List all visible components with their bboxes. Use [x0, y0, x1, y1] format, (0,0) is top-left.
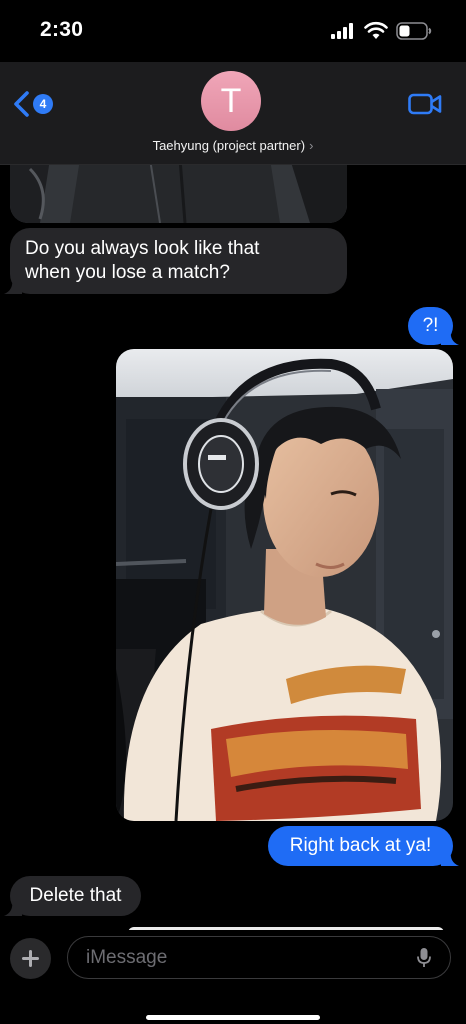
video-call-button[interactable] [408, 92, 442, 116]
home-indicator [146, 1015, 320, 1020]
status-time: 2:30 [40, 18, 84, 41]
outgoing-photo-message[interactable] [116, 349, 453, 821]
video-camera-icon [408, 93, 442, 115]
contact-name: Taehyung (project partner) [152, 138, 306, 153]
outgoing-message-bubble[interactable]: ?! [408, 307, 459, 345]
message-text: Do you always look like that when you lo… [25, 238, 260, 283]
incoming-message-bubble[interactable]: Delete that [4, 876, 141, 916]
photo-image [116, 349, 453, 821]
incoming-message-bubble[interactable]: Do you always look like that when you lo… [4, 228, 347, 294]
contact-avatar[interactable]: T [201, 71, 261, 131]
chevron-right-icon: › [309, 138, 314, 153]
cellular-signal-icon [331, 23, 353, 39]
message-text: ?! [422, 315, 439, 336]
battery-icon [396, 22, 432, 40]
incoming-photo-message[interactable] [10, 165, 347, 223]
status-bar: 2:30 [0, 0, 466, 60]
bubble-tail [4, 278, 22, 294]
message-thread[interactable]: Do you always look like that when you lo… [0, 165, 466, 930]
message-text: Delete that [29, 885, 122, 906]
outgoing-message-bubble[interactable]: Right back at ya! [268, 826, 459, 866]
microphone-icon[interactable] [416, 947, 432, 969]
unread-count-badge: 4 [33, 94, 53, 114]
photo-image [10, 165, 347, 223]
add-attachment-button[interactable] [10, 938, 51, 979]
back-button[interactable]: 4 [12, 88, 58, 120]
wifi-icon [364, 21, 388, 39]
contact-name-button[interactable]: Taehyung (project partner) › [0, 138, 466, 153]
conversation-header: 4 T Taehyung (project partner) › [0, 62, 466, 165]
message-text: Right back at ya! [289, 835, 432, 856]
message-input-container[interactable] [67, 936, 451, 979]
message-input[interactable] [84, 937, 408, 979]
composer-bar [0, 930, 466, 1024]
chevron-left-icon [14, 91, 29, 117]
